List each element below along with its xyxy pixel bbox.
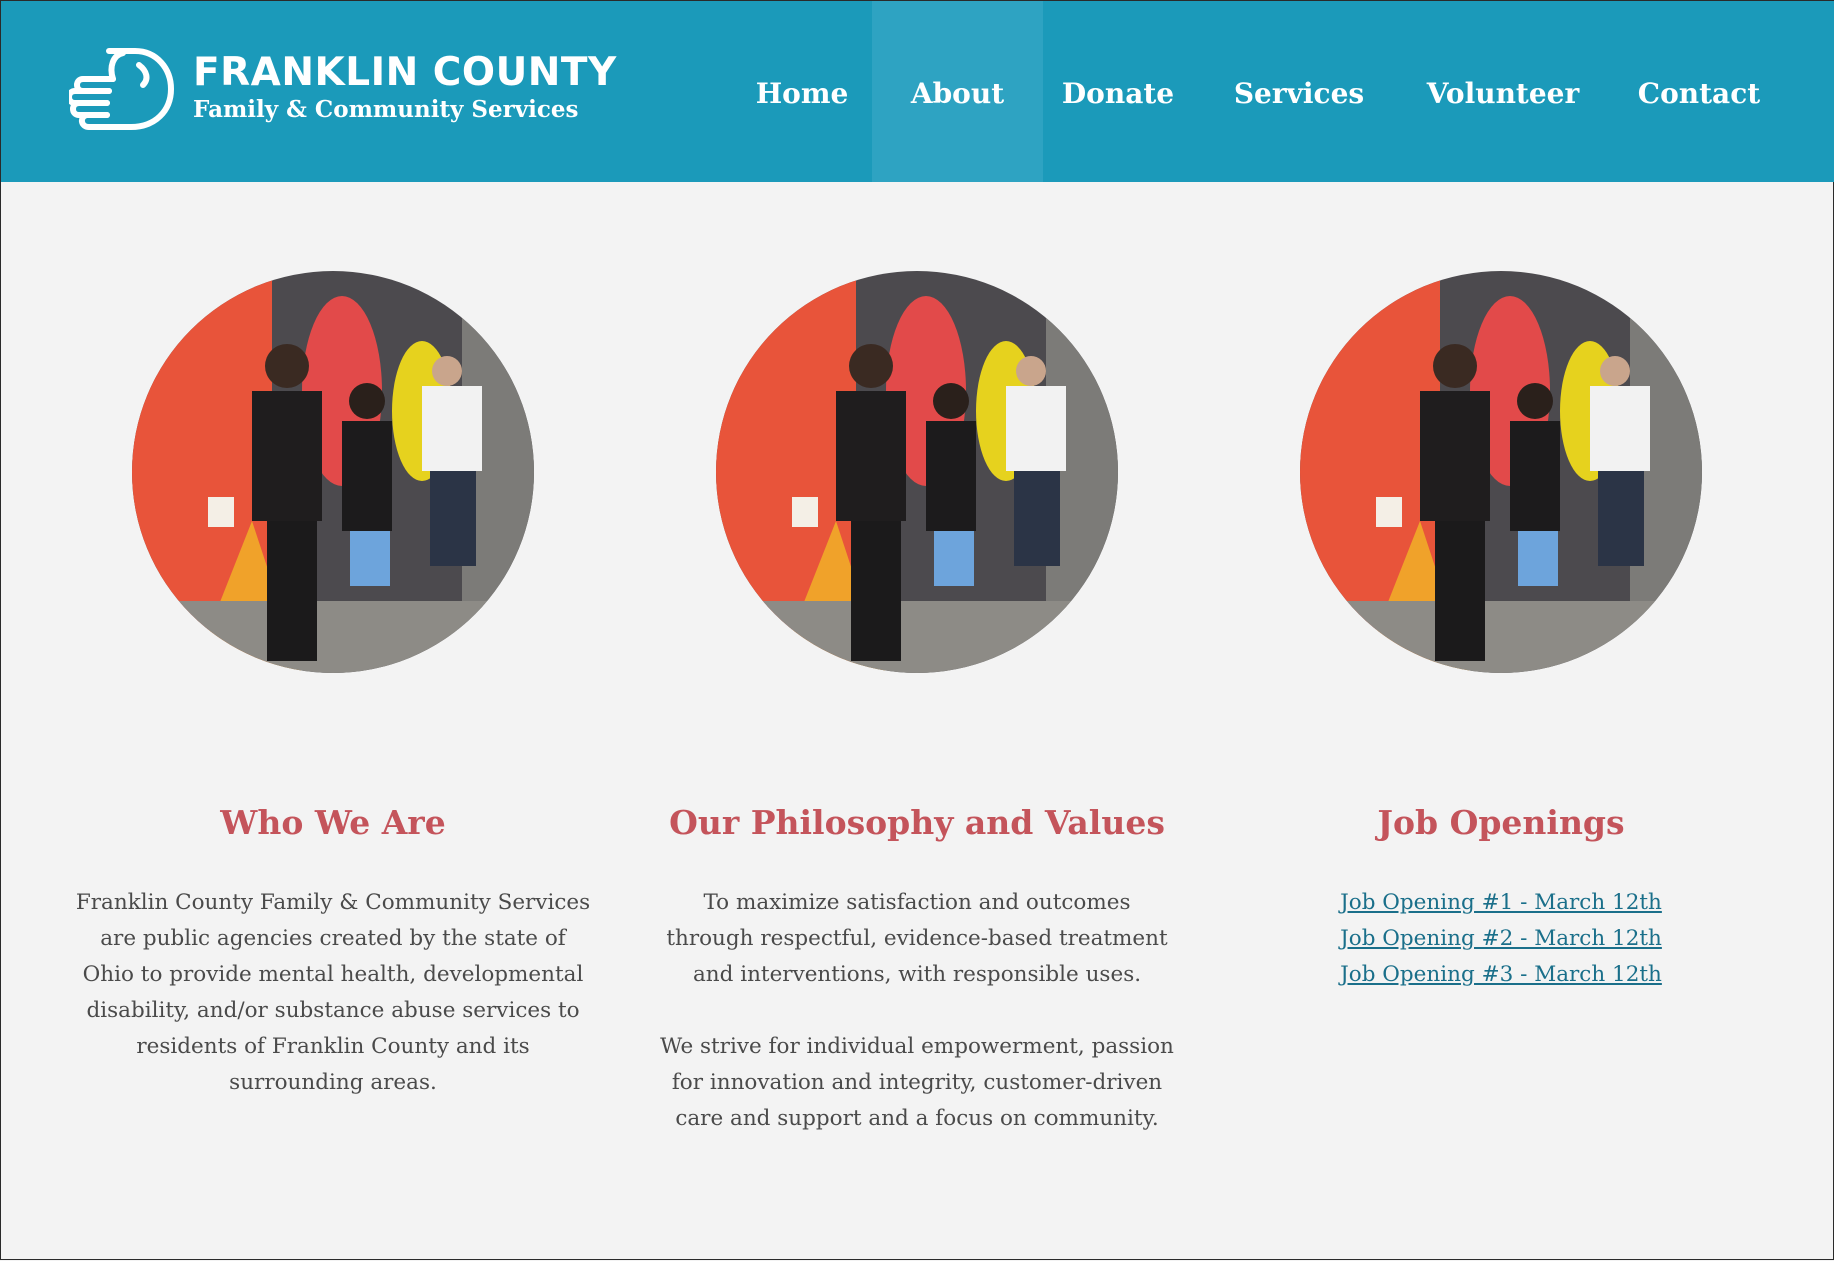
who-we-are-body: Franklin County Family & Community Servi… — [73, 885, 593, 1137]
philosophy-title: Our Philosophy and Values — [669, 803, 1165, 842]
philosophy-paragraph-1: To maximize satisfaction and outcomes th… — [666, 890, 1168, 987]
philosophy-body: To maximize satisfaction and outcomes th… — [657, 885, 1177, 1173]
job-opening-link-1[interactable]: Job Opening #1 - March 12th — [1241, 885, 1761, 921]
mural-photo — [1300, 271, 1702, 673]
philosophy-section: Our Philosophy and Values To maximize sa… — [657, 1, 1177, 1261]
mural-painting-photo — [1300, 271, 1702, 673]
job-opening-link-3[interactable]: Job Opening #3 - March 12th — [1241, 957, 1761, 993]
who-we-are-title: Who We Are — [220, 803, 446, 842]
who-we-are-paragraph: Franklin County Family & Community Servi… — [75, 890, 591, 1095]
mural-photo — [716, 271, 1118, 673]
mural-photo — [132, 271, 534, 673]
page: FRANKLIN COUNTY Family & Community Servi… — [0, 0, 1834, 1260]
job-openings-section: Job Openings Job Opening #1 - March 12th… — [1241, 1, 1761, 1261]
job-opening-link-2[interactable]: Job Opening #2 - March 12th — [1241, 921, 1761, 957]
job-openings-title: Job Openings — [1377, 803, 1625, 842]
mural-painting-photo — [716, 271, 1118, 673]
philosophy-paragraph-2: We strive for individual empowerment, pa… — [660, 1034, 1174, 1131]
job-openings-list: Job Opening #1 - March 12th Job Opening … — [1241, 885, 1761, 993]
mural-painting-photo — [132, 271, 534, 673]
who-we-are-section: Who We Are Franklin County Family & Comm… — [73, 1, 593, 1261]
